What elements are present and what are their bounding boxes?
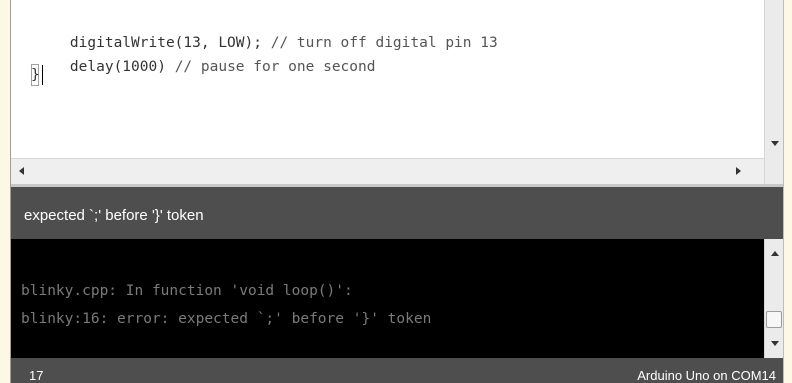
arrow-down-icon[interactable] (771, 341, 779, 346)
window-right-border (783, 0, 784, 383)
console-line: blinky:16: error: expected `;' before '}… (21, 311, 432, 327)
text-caret (42, 65, 43, 85)
console-line: blinky.cpp: In function 'void loop()': (21, 283, 353, 299)
board-port-label: Arduino Uno on COM14 (637, 368, 776, 383)
scrollbar-thumb[interactable] (766, 311, 782, 328)
console-output[interactable]: blinky.cpp: In function 'void loop()': b… (11, 239, 764, 358)
arrow-right-icon[interactable] (736, 167, 741, 175)
window-left-frame (0, 0, 10, 383)
arrow-down-icon[interactable] (771, 141, 779, 146)
editor-vertical-scrollbar[interactable] (764, 0, 783, 185)
code-text: delay(1000) (69, 59, 175, 75)
status-bar: expected `;' before '}' token (11, 187, 783, 239)
code-editor[interactable]: digitalWrite(13, LOW); // turn off digit… (11, 0, 764, 158)
error-message: expected `;' before '}' token (24, 207, 204, 224)
footer-bar: 17 Arduino Uno on COM14 (11, 358, 783, 383)
line-number: 17 (29, 368, 44, 383)
window-right-frame (783, 0, 792, 383)
arrow-up-icon[interactable] (771, 251, 779, 256)
arrow-left-icon[interactable] (19, 167, 24, 175)
code-line[interactable]: digitalWrite(13, LOW); // turn off digit… (35, 13, 498, 51)
editor-horizontal-scrollbar[interactable] (11, 158, 764, 185)
console-vertical-scrollbar[interactable] (764, 239, 783, 358)
code-comment: // pause for one second (174, 59, 376, 75)
code-line[interactable]: delay(1000) // pause for one second (35, 37, 376, 75)
